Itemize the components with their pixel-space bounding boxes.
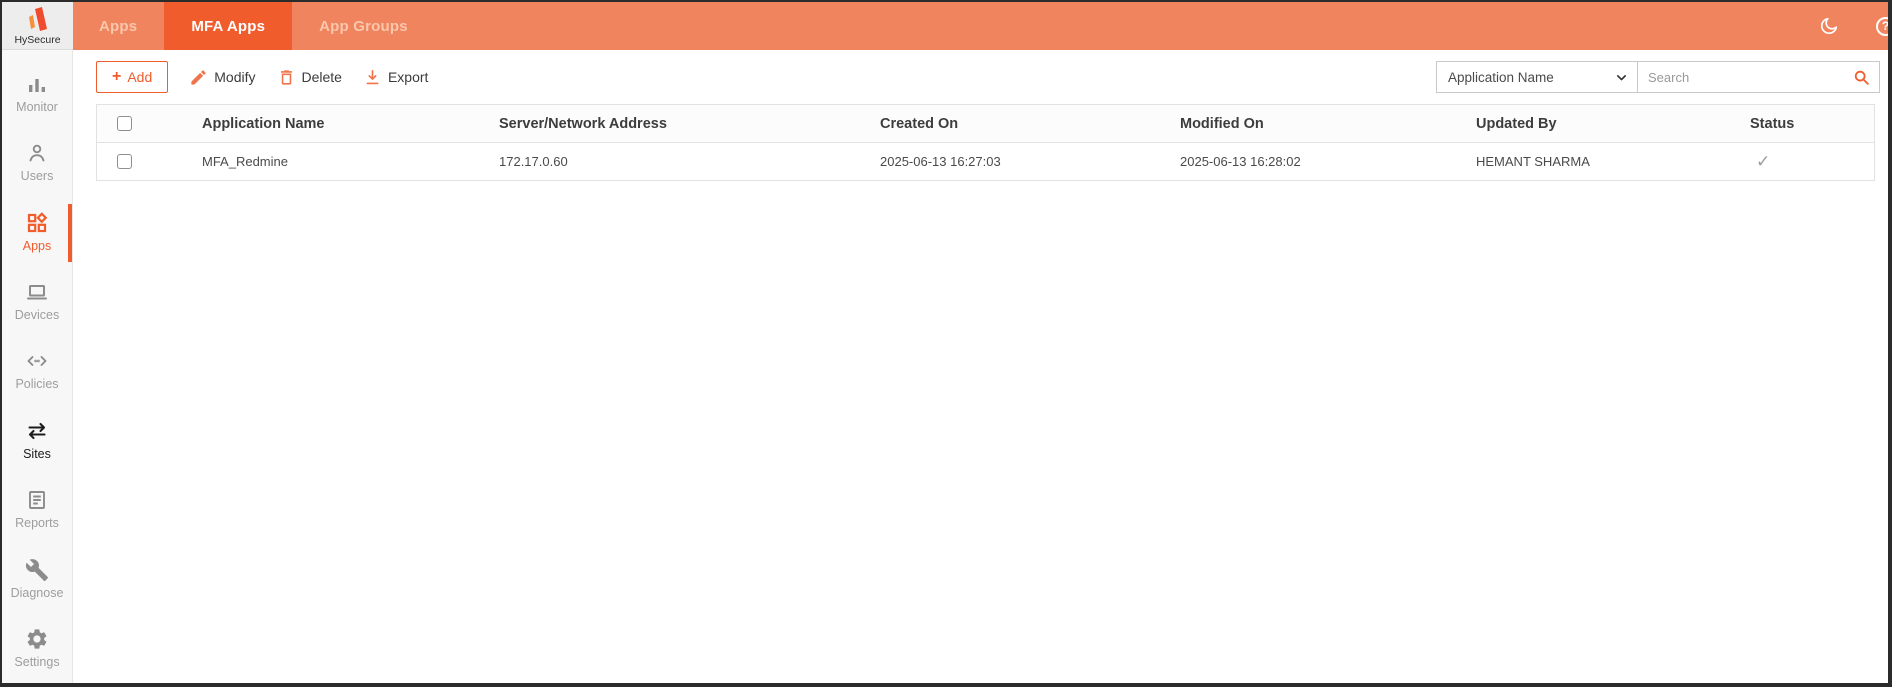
sidebar-item-label: Sites <box>23 446 51 461</box>
hysecure-logo-icon <box>28 7 47 31</box>
help-icon[interactable]: ? <box>1876 16 1888 36</box>
sidebar: Monitor Users Apps Devices Policies Site… <box>2 50 73 683</box>
table-row[interactable]: MFA_Redmine 172.17.0.60 2025-06-13 16:27… <box>97 143 1874 180</box>
search-input[interactable] <box>1638 62 1879 92</box>
search-box <box>1637 61 1880 93</box>
column-header-status[interactable]: Status <box>1750 116 1874 132</box>
sidebar-item-label: Devices <box>14 308 60 323</box>
brand-name: HySecure <box>14 34 61 46</box>
tab-apps[interactable]: Apps <box>72 2 164 50</box>
dark-mode-icon[interactable] <box>1818 15 1840 37</box>
monitor-icon <box>29 78 45 92</box>
status-check-icon: ✓ <box>1756 151 1771 171</box>
sidebar-item-label: Diagnose <box>10 585 64 600</box>
sites-icon <box>28 422 46 439</box>
sidebar-item-users[interactable]: Users <box>2 127 72 196</box>
plus-icon: + <box>112 68 122 85</box>
sidebar-item-devices[interactable]: Devices <box>2 266 72 335</box>
app-window: Apps MFA Apps App Groups ? HySecure Moni… <box>0 0 1892 687</box>
table-header-row: Application Name Server/Network Address … <box>97 105 1874 143</box>
topbar-actions: ? <box>1818 2 1888 50</box>
reports-icon <box>29 491 45 510</box>
select-all-checkbox[interactable] <box>117 116 132 131</box>
trash-icon <box>280 69 292 85</box>
column-header-created-on[interactable]: Created On <box>880 116 1180 132</box>
table-filter: Application Name <box>1436 61 1880 93</box>
sidebar-item-monitor[interactable]: Monitor <box>2 58 72 127</box>
sidebar-item-label: Reports <box>15 516 59 531</box>
app-tabs: Apps MFA Apps App Groups <box>72 2 435 50</box>
tab-app-groups[interactable]: App Groups <box>292 2 435 50</box>
search-field-select[interactable]: Application Name <box>1436 61 1638 93</box>
cell-application-name: MFA_Redmine <box>202 154 288 169</box>
pencil-icon <box>191 69 206 85</box>
column-header-application-name[interactable]: Application Name <box>202 116 499 132</box>
tab-mfa-apps[interactable]: MFA Apps <box>164 2 293 50</box>
chevron-down-icon <box>1617 74 1626 80</box>
search-field-selected-value: Application Name <box>1448 69 1554 85</box>
devices-icon <box>27 285 47 300</box>
table-toolbar: + Add Modify Delete Export Application N… <box>74 50 1888 104</box>
top-navigation-bar: Apps MFA Apps App Groups ? <box>72 2 1888 50</box>
delete-button[interactable]: Delete <box>277 68 342 87</box>
sidebar-item-reports[interactable]: Reports <box>2 475 72 544</box>
brand-logo[interactable]: HySecure <box>2 2 73 50</box>
users-icon <box>29 144 45 162</box>
mfa-apps-table: Application Name Server/Network Address … <box>96 104 1875 181</box>
sidebar-item-sites[interactable]: Sites <box>2 405 72 474</box>
sidebar-item-label: Users <box>20 169 54 184</box>
sidebar-item-policies[interactable]: Policies <box>2 336 72 405</box>
settings-gear-icon <box>27 629 47 649</box>
diagnose-wrench-icon <box>25 558 48 581</box>
cell-updated-by: HEMANT SHARMA <box>1476 154 1590 169</box>
apps-grid-icon <box>27 211 48 232</box>
column-header-modified-on[interactable]: Modified On <box>1180 116 1476 132</box>
add-button-label: Add <box>127 69 153 85</box>
cell-modified-on: 2025-06-13 16:28:02 <box>1180 154 1301 169</box>
cell-server-address: 172.17.0.60 <box>499 154 568 169</box>
cell-created-on: 2025-06-13 16:27:03 <box>880 154 1001 169</box>
modify-button-label: Modify <box>214 69 256 85</box>
export-download-icon <box>366 69 379 84</box>
sidebar-item-label: Monitor <box>16 99 58 114</box>
sidebar-item-label: Policies <box>15 377 59 392</box>
policies-icon <box>27 356 47 367</box>
sidebar-item-apps[interactable]: Apps <box>2 197 72 266</box>
column-header-server-address[interactable]: Server/Network Address <box>499 116 880 132</box>
add-button[interactable]: + Add <box>96 61 169 93</box>
row-checkbox[interactable] <box>117 154 132 169</box>
modify-button[interactable]: Modify <box>189 68 256 87</box>
sidebar-item-label: Apps <box>22 238 52 253</box>
search-icon[interactable] <box>1852 68 1871 87</box>
active-item-indicator <box>68 203 72 262</box>
column-header-updated-by[interactable]: Updated By <box>1476 116 1750 132</box>
delete-button-label: Delete <box>301 69 342 85</box>
main-content: + Add Modify Delete Export Application N… <box>74 50 1888 683</box>
sidebar-item-label: Settings <box>14 655 60 670</box>
sidebar-item-diagnose[interactable]: Diagnose <box>2 544 72 613</box>
export-button-label: Export <box>387 69 429 85</box>
sidebar-item-settings[interactable]: Settings <box>2 614 72 683</box>
help-glyph: ? <box>1882 19 1888 33</box>
export-button[interactable]: Export <box>363 68 428 87</box>
